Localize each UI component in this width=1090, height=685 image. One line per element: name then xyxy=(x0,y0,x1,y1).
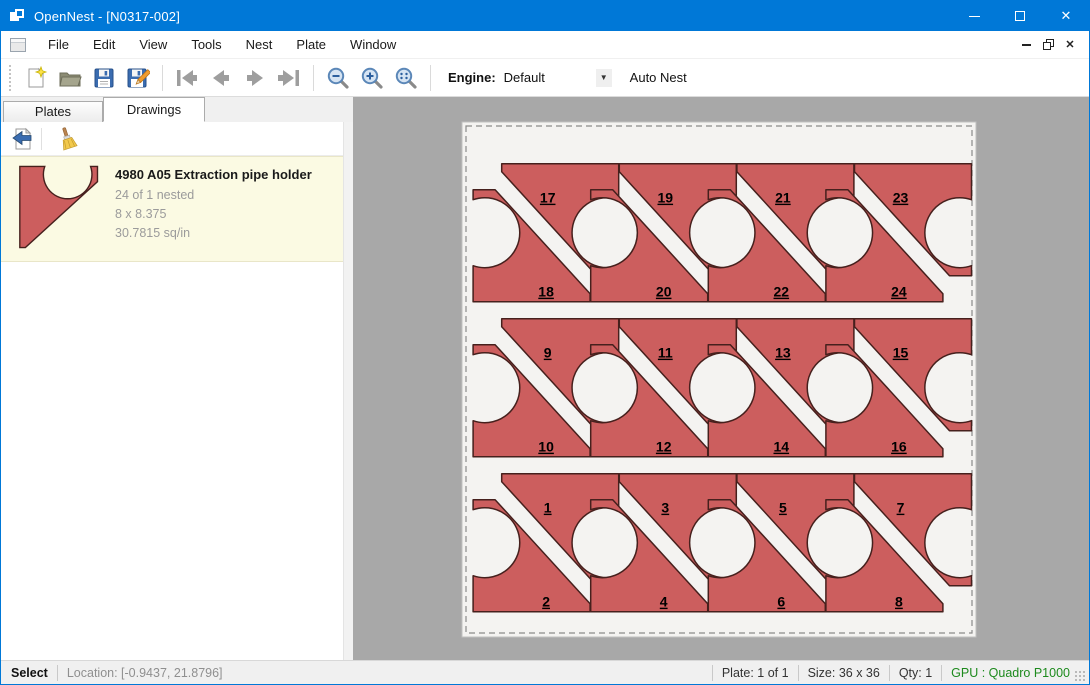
new-file-icon xyxy=(24,66,48,90)
save-floppy-icon xyxy=(92,66,116,90)
nest-view: 171819202122232491011121314151612345678 xyxy=(353,97,1089,660)
status-mode: Select xyxy=(11,666,48,680)
part-number-label: 16 xyxy=(891,439,907,455)
import-drawing-button[interactable] xyxy=(7,125,37,153)
go-previous-icon xyxy=(208,67,234,89)
open-folder-icon xyxy=(58,66,82,90)
menu-tools[interactable]: Tools xyxy=(179,32,233,57)
part-number-label: 12 xyxy=(656,439,672,455)
clean-broom-icon xyxy=(55,127,79,151)
part-number-label: 17 xyxy=(540,190,556,206)
status-qty: Qty: 1 xyxy=(899,666,932,680)
new-file-button[interactable] xyxy=(19,62,53,94)
status-size: Size: 36 x 36 xyxy=(808,666,880,680)
part-thumbnail xyxy=(13,165,105,251)
menu-nest[interactable]: Nest xyxy=(234,32,285,57)
status-location: Location: [-0.9437, 21.8796] xyxy=(67,666,223,680)
engine-select[interactable]: Default ▼ xyxy=(502,66,612,90)
part-number-label: 5 xyxy=(779,500,787,516)
status-plate: Plate: 1 of 1 xyxy=(722,666,789,680)
maximize-button[interactable] xyxy=(997,1,1043,31)
mdi-document-icon[interactable] xyxy=(10,38,26,52)
part-number-label: 7 xyxy=(897,500,905,516)
drawings-toolbar xyxy=(1,122,353,156)
drawing-size: 8 x 8.375 xyxy=(115,207,312,221)
titlebar: OpenNest - [N0317-002] ✕ xyxy=(1,1,1089,31)
panel-scrollbar[interactable] xyxy=(343,122,353,660)
statusbar: Select Location: [-0.9437, 21.8796] Plat… xyxy=(1,660,1089,684)
part-number-label: 8 xyxy=(895,594,903,610)
drawing-area: 30.7815 sq/in xyxy=(115,226,312,240)
menu-edit[interactable]: Edit xyxy=(81,32,127,57)
nest-canvas[interactable]: 171819202122232491011121314151612345678 xyxy=(353,97,1089,660)
app-logo-icon xyxy=(10,9,26,23)
toolbar: Engine: Default ▼ Auto Nest xyxy=(1,59,1089,97)
open-file-button[interactable] xyxy=(53,62,87,94)
part-number-label: 13 xyxy=(775,345,791,361)
go-previous-button[interactable] xyxy=(204,62,238,94)
drawing-nested-count: 24 of 1 nested xyxy=(115,188,312,202)
part-number-label: 18 xyxy=(538,284,554,300)
part-number-label: 24 xyxy=(891,284,907,300)
menu-plate[interactable]: Plate xyxy=(284,32,338,57)
mdi-restore-button[interactable] xyxy=(1037,35,1059,55)
part-shape-thumbnail xyxy=(13,165,105,251)
window-title: OpenNest - [N0317-002] xyxy=(34,9,180,24)
zoom-out-button[interactable] xyxy=(321,62,355,94)
part-number-label: 9 xyxy=(544,345,552,361)
status-gpu: GPU : Quadro P1000 xyxy=(951,666,1070,680)
go-first-button[interactable] xyxy=(170,62,204,94)
menu-view[interactable]: View xyxy=(127,32,179,57)
zoom-out-icon xyxy=(326,66,350,90)
part-number-label: 6 xyxy=(777,594,785,610)
close-button[interactable]: ✕ xyxy=(1043,1,1089,31)
panel-tabs: Plates Drawings xyxy=(1,97,353,122)
part-number-label: 20 xyxy=(656,284,672,300)
chevron-down-icon[interactable]: ▼ xyxy=(596,69,612,87)
part-number-label: 23 xyxy=(893,190,909,206)
drawing-list-item[interactable]: 4980 A05 Extraction pipe holder 24 of 1 … xyxy=(1,156,353,262)
save-button[interactable] xyxy=(87,62,121,94)
import-drawing-icon xyxy=(10,127,34,151)
menubar: File Edit View Tools Nest Plate Window ✕ xyxy=(1,31,1089,59)
resize-grip-icon[interactable] xyxy=(1074,670,1086,682)
part-number-label: 4 xyxy=(660,594,668,610)
part-number-label: 22 xyxy=(774,284,790,300)
part-number-label: 2 xyxy=(542,594,550,610)
toolbar-grip[interactable] xyxy=(9,65,13,91)
zoom-fit-icon xyxy=(394,66,418,90)
zoom-in-icon xyxy=(360,66,384,90)
go-last-icon xyxy=(276,67,302,89)
part-number-label: 1 xyxy=(544,500,552,516)
minimize-button[interactable] xyxy=(951,1,997,31)
part-number-label: 11 xyxy=(658,345,673,361)
mdi-minimize-button[interactable] xyxy=(1015,35,1037,55)
part-number-label: 3 xyxy=(661,500,669,516)
engine-value: Default xyxy=(502,70,596,85)
go-first-icon xyxy=(174,67,200,89)
zoom-fit-button[interactable] xyxy=(389,62,423,94)
engine-label: Engine: xyxy=(448,70,496,85)
part-number-label: 21 xyxy=(775,190,791,206)
drawing-title: 4980 A05 Extraction pipe holder xyxy=(115,167,312,182)
go-next-button[interactable] xyxy=(238,62,272,94)
menu-window[interactable]: Window xyxy=(338,32,408,57)
auto-nest-button[interactable]: Auto Nest xyxy=(620,66,697,89)
app-window: OpenNest - [N0317-002] ✕ File Edit View … xyxy=(0,0,1090,685)
go-next-icon xyxy=(242,67,268,89)
save-edit-button[interactable] xyxy=(121,62,155,94)
tab-drawings[interactable]: Drawings xyxy=(103,97,205,122)
mdi-close-button[interactable]: ✕ xyxy=(1059,35,1081,55)
part-number-label: 14 xyxy=(774,439,790,455)
go-last-button[interactable] xyxy=(272,62,306,94)
left-panel: Plates Drawings xyxy=(1,97,353,660)
menu-file[interactable]: File xyxy=(36,32,81,57)
tab-plates[interactable]: Plates xyxy=(3,101,103,122)
save-edit-icon xyxy=(126,66,150,90)
part-number-label: 10 xyxy=(538,439,554,455)
part-number-label: 15 xyxy=(893,345,909,361)
zoom-in-button[interactable] xyxy=(355,62,389,94)
part-number-label: 19 xyxy=(658,190,674,206)
clean-button[interactable] xyxy=(52,125,82,153)
